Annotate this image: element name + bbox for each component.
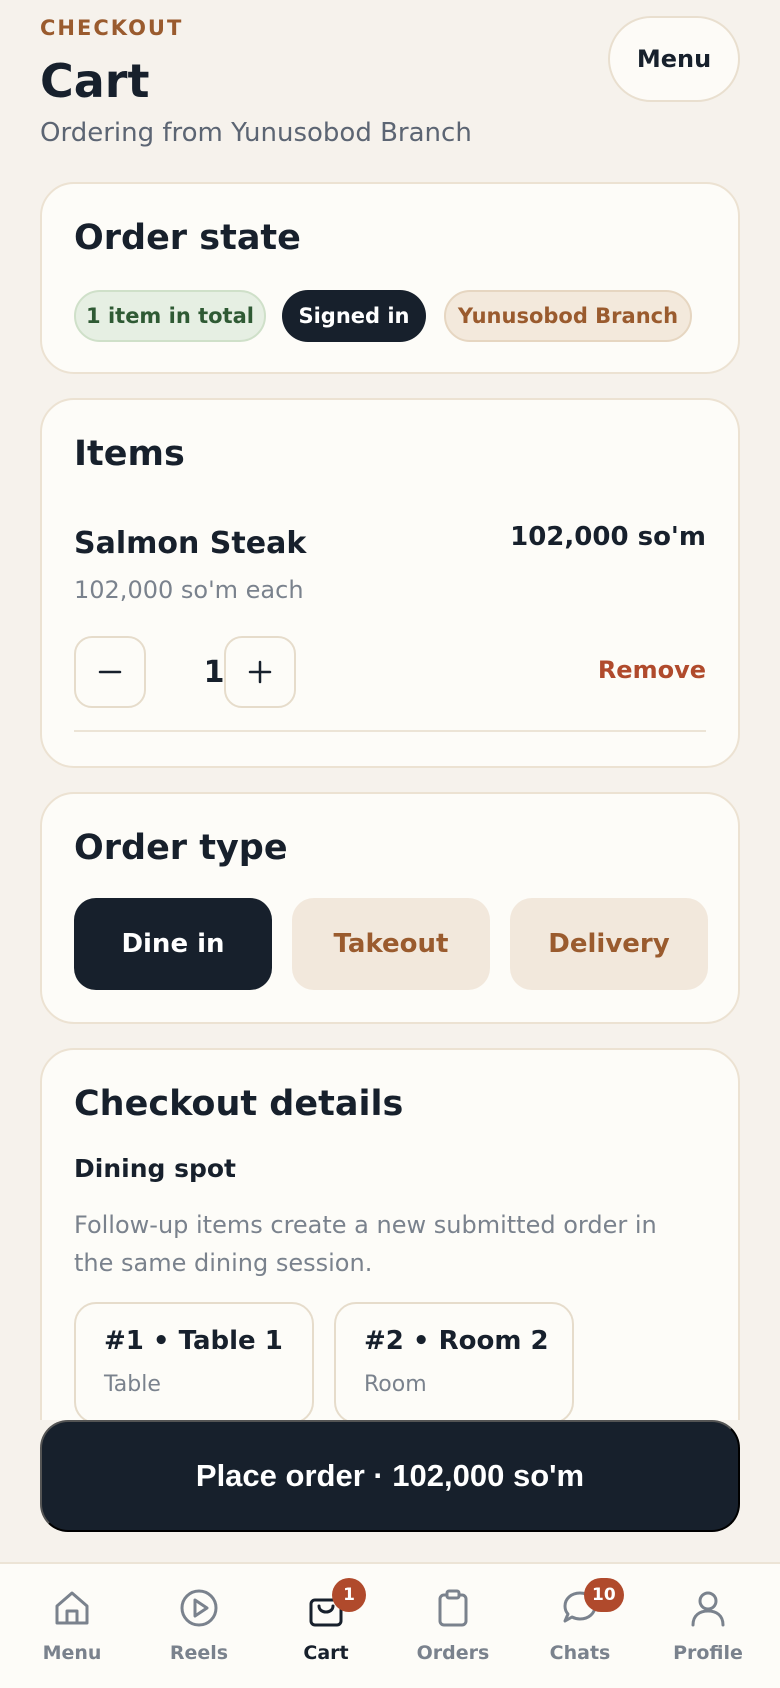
page-eyebrow: CHECKOUT [40, 16, 184, 40]
order-type-dine-in[interactable]: Dine in [74, 898, 272, 990]
dining-spot-option[interactable]: #2 • Room 2 Room [334, 1302, 574, 1424]
item-name: Salmon Steak [74, 526, 307, 561]
minus-icon [98, 670, 122, 674]
page-title: Cart [40, 54, 150, 108]
nav-item-orders[interactable]: Orders [389, 1564, 517, 1688]
dining-spot-hint: Follow-up items create a new submitted o… [74, 1211, 657, 1277]
order-type-takeout[interactable]: Takeout [292, 898, 490, 990]
increase-quantity-button[interactable] [224, 636, 296, 708]
place-order-button[interactable]: Place order · 102,000 so'm [40, 1420, 740, 1532]
home-icon [55, 1591, 89, 1625]
items-card: Items Salmon Steak 102,000 so'm 102,000 … [40, 398, 740, 768]
order-type-card: Order type Dine in Takeout Delivery [40, 792, 740, 1024]
nav-label: Cart [303, 1642, 349, 1664]
order-state-title: Order state [74, 218, 301, 258]
bottom-nav: Menu Reels 1 Cart Orders 10 Chats Profil… [0, 1562, 780, 1688]
dining-spot-label: Dining spot [74, 1154, 236, 1183]
dining-spot-title: #1 • Table 1 [104, 1326, 283, 1356]
nav-item-reels[interactable]: Reels [135, 1564, 263, 1688]
order-state-card: Order state 1 item in total Signed in Yu… [40, 182, 740, 374]
page-subtitle: Ordering from Yunusobod Branch [40, 118, 472, 148]
dining-spot-title: #2 • Room 2 [364, 1326, 549, 1356]
nav-item-menu[interactable]: Menu [8, 1564, 136, 1688]
item-unit-price: 102,000 so'm each [74, 576, 304, 604]
item-total-price: 102,000 so'm [510, 522, 706, 552]
menu-button[interactable]: Menu [608, 16, 740, 102]
plus-icon [248, 660, 272, 684]
branch-pill: Yunusobod Branch [444, 290, 692, 342]
user-icon [691, 1591, 725, 1627]
nav-label: Menu [42, 1642, 102, 1664]
nav-label: Reels [169, 1642, 229, 1664]
item-divider [74, 730, 706, 732]
remove-item-button[interactable]: Remove [598, 656, 706, 684]
nav-item-profile[interactable]: Profile [644, 1564, 772, 1688]
items-title: Items [74, 434, 185, 474]
checkout-details-title: Checkout details [74, 1084, 404, 1124]
order-type-delivery[interactable]: Delivery [510, 898, 708, 990]
page-header: CHECKOUT Cart Ordering from Yunusobod Br… [40, 14, 740, 164]
order-type-title: Order type [74, 828, 288, 868]
dining-spot-option[interactable]: #1 • Table 1 Table [74, 1302, 314, 1424]
dining-spot-type: Room [364, 1372, 427, 1397]
item-count-pill: 1 item in total [74, 290, 266, 342]
nav-item-chats[interactable]: 10 Chats [516, 1564, 644, 1688]
dining-spot-type: Table [104, 1372, 161, 1397]
nav-item-cart[interactable]: 1 Cart [262, 1564, 390, 1688]
chats-badge: 10 [584, 1578, 624, 1612]
clipboard-icon [438, 1589, 468, 1627]
nav-label: Chats [549, 1642, 611, 1664]
play-icon [180, 1589, 218, 1627]
signed-in-pill: Signed in [282, 290, 426, 342]
nav-label: Orders [416, 1642, 490, 1664]
decrease-quantity-button[interactable] [74, 636, 146, 708]
cart-badge: 1 [332, 1578, 366, 1612]
nav-label: Profile [673, 1642, 743, 1664]
